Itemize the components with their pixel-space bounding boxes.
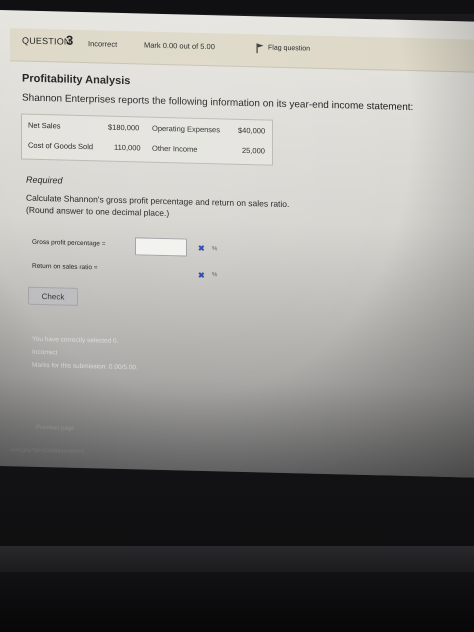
flag-icon[interactable] bbox=[256, 43, 264, 54]
percent-unit: % bbox=[212, 246, 218, 253]
gross-profit-label: Gross profit percentage = bbox=[32, 238, 106, 248]
feedback-incorrect: Incorrect bbox=[32, 348, 58, 357]
table-row-1-label2: Operating Expenses bbox=[152, 123, 220, 135]
question-info-bar: QUESTION 3 Incorrect Mark 0.00 out of 5.… bbox=[10, 28, 474, 73]
question-mark: Mark 0.00 out of 5.00 bbox=[144, 40, 215, 52]
question-status: Incorrect bbox=[88, 39, 118, 49]
incorrect-cross-icon: ✖ bbox=[198, 243, 205, 254]
status-url: view.php?id=61668&section=1 bbox=[10, 447, 85, 456]
instruction-line-2: (Round answer to one decimal place.) bbox=[26, 204, 170, 219]
problem-intro: Shannon Enterprises reports the followin… bbox=[22, 92, 414, 114]
income-statement-table: Net Sales $180,000 Operating Expenses $4… bbox=[21, 113, 273, 166]
table-row-1-label: Net Sales bbox=[28, 120, 61, 131]
problem-title: Profitability Analysis bbox=[22, 72, 131, 88]
table-row-2-value2: 25,000 bbox=[242, 145, 265, 156]
percent-unit: % bbox=[212, 272, 218, 279]
table-row-1-value2: $40,000 bbox=[238, 125, 266, 136]
laptop-screen: QUESTION 3 Incorrect Mark 0.00 out of 5.… bbox=[0, 10, 474, 478]
feedback-marks: Marks for this submission: 0.00/5.00. bbox=[32, 361, 138, 372]
return-on-sales-label: Return on sales ratio = bbox=[32, 262, 98, 272]
question-label: QUESTION bbox=[22, 35, 71, 47]
gross-profit-input[interactable] bbox=[135, 237, 187, 257]
photo-scene: QUESTION 3 Incorrect Mark 0.00 out of 5.… bbox=[0, 0, 474, 632]
required-heading: Required bbox=[26, 174, 63, 186]
question-number: 3 bbox=[66, 32, 74, 48]
flag-question-link[interactable]: Flag question bbox=[268, 45, 310, 53]
table-row-1-value: $180,000 bbox=[108, 122, 140, 133]
laptop-hinge bbox=[0, 546, 474, 572]
table-row-2-label: Cost of Goods Sold bbox=[28, 140, 94, 152]
incorrect-cross-icon: ✖ bbox=[198, 270, 205, 281]
previous-page-link[interactable]: Previous page bbox=[36, 425, 74, 432]
table-row-2-label2: Other Income bbox=[152, 143, 198, 154]
check-button[interactable]: Check bbox=[28, 286, 78, 306]
laptop-base bbox=[0, 572, 474, 632]
table-row-2-value: 110,000 bbox=[114, 142, 141, 153]
feedback-selected: You have correctly selected 0. bbox=[32, 335, 119, 345]
